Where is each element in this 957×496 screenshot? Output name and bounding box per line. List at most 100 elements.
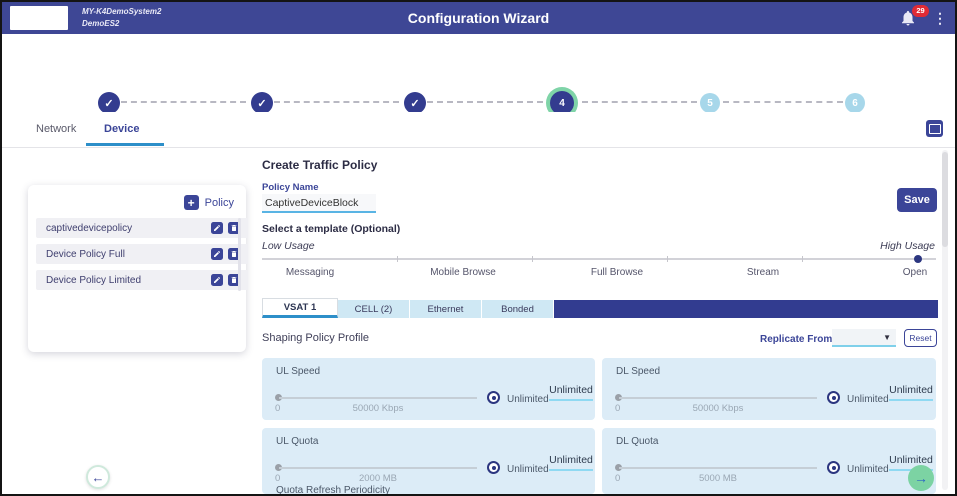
template-option-stream[interactable]: Stream xyxy=(703,267,823,278)
interface-tabs: VSAT 1 CELL (2) Ethernet Bonded xyxy=(262,298,938,318)
policy-list-item[interactable]: captivedevicepolicy xyxy=(36,218,248,238)
shaper-title: UL Quota xyxy=(276,436,318,447)
slider-tick xyxy=(802,256,803,262)
template-option-messaging[interactable]: Messaging xyxy=(250,267,370,278)
range-max: 50000 Kbps xyxy=(602,403,834,414)
policy-list-item[interactable]: Device Policy Limited xyxy=(36,270,248,290)
dl-speed-card: DL Speed 0 50000 Kbps Unlimited Unlimite… xyxy=(602,358,936,420)
panel-scrollbar[interactable] xyxy=(238,218,241,291)
chevron-down-icon: ▼ xyxy=(883,333,891,342)
scope-tabs: Network Device xyxy=(2,112,955,148)
notification-badge: 29 xyxy=(912,5,929,17)
unlimited-radio[interactable] xyxy=(487,461,500,474)
policy-name: Device Policy Limited xyxy=(36,275,141,286)
tab-ethernet[interactable]: Ethernet xyxy=(410,300,482,318)
check-icon: ✓ xyxy=(104,97,113,110)
range-track[interactable] xyxy=(619,397,817,399)
page-scrollbar[interactable] xyxy=(942,150,948,490)
unlimited-radio[interactable] xyxy=(827,461,840,474)
pencil-icon xyxy=(213,250,221,258)
trash-icon xyxy=(230,276,238,284)
window-icon[interactable] xyxy=(926,120,943,137)
stepper-connector xyxy=(582,101,697,103)
check-icon: ✓ xyxy=(410,97,419,110)
check-icon: ✓ xyxy=(257,97,266,110)
tab-bonded[interactable]: Bonded xyxy=(482,300,554,318)
tab-device[interactable]: Device xyxy=(104,123,139,135)
add-policy-button[interactable]: + Policy xyxy=(184,195,234,210)
pencil-icon xyxy=(213,276,221,284)
tab-vsat-1[interactable]: VSAT 1 xyxy=(262,298,338,318)
range-max: 2000 MB xyxy=(262,473,494,484)
stepper-connector xyxy=(274,101,399,103)
back-button[interactable]: ← xyxy=(86,465,110,489)
stepper-connector xyxy=(427,101,543,103)
template-section-label: Select a template (Optional) xyxy=(262,223,400,235)
tab-cell[interactable]: CELL (2) xyxy=(338,300,410,318)
next-arrow-icon: → xyxy=(914,470,928,486)
high-usage-label: High Usage xyxy=(880,240,935,252)
kebab-menu-icon[interactable]: ⋮ xyxy=(933,9,947,27)
save-button[interactable]: Save xyxy=(897,188,937,212)
shaper-title: DL Speed xyxy=(616,366,660,377)
shaper-title: DL Quota xyxy=(616,436,658,447)
low-usage-label: Low Usage xyxy=(262,240,315,252)
unlimited-radio-label: Unlimited xyxy=(507,394,549,405)
template-option-full-browse[interactable]: Full Browse xyxy=(557,267,677,278)
shaping-section-title: Shaping Policy Profile xyxy=(262,332,369,344)
shaper-title: UL Speed xyxy=(276,366,320,377)
ul-quota-card: UL Quota 0 2000 MB Unlimited Unlimited Q… xyxy=(262,428,595,494)
slider-handle[interactable] xyxy=(914,255,922,263)
trash-icon xyxy=(230,250,238,258)
step-firewall[interactable]: 5 xyxy=(700,93,720,113)
edit-policy-button[interactable] xyxy=(211,222,223,234)
notifications-button[interactable]: 29 xyxy=(899,9,921,31)
value-field[interactable]: Unlimited xyxy=(549,454,593,471)
edit-policy-button[interactable] xyxy=(211,274,223,286)
form-title: Create Traffic Policy xyxy=(262,158,377,172)
stepper-connector xyxy=(723,101,843,103)
unlimited-radio[interactable] xyxy=(487,391,500,404)
scrollbar-thumb[interactable] xyxy=(942,152,948,247)
reset-button[interactable]: Reset xyxy=(904,329,937,347)
policy-name-input[interactable] xyxy=(262,194,376,213)
unlimited-radio[interactable] xyxy=(827,391,840,404)
stepper-connector xyxy=(121,101,246,103)
unlimited-radio-label: Unlimited xyxy=(847,394,889,405)
edit-policy-button[interactable] xyxy=(211,248,223,260)
step-wan-profiles[interactable]: ✓ xyxy=(404,92,426,114)
replicate-from-dropdown[interactable]: ▼ xyxy=(832,329,896,347)
back-arrow-icon: ← xyxy=(92,470,105,485)
template-option-mobile-browse[interactable]: Mobile Browse xyxy=(403,267,523,278)
slider-tick xyxy=(667,256,668,262)
template-slider[interactable] xyxy=(262,258,936,260)
trash-icon xyxy=(230,224,238,232)
add-policy-label: Policy xyxy=(205,197,234,209)
step-number: 4 xyxy=(559,98,565,109)
value-field[interactable]: Unlimited xyxy=(549,384,593,401)
value-field[interactable]: Unlimited xyxy=(889,384,933,401)
range-max: 50000 Kbps xyxy=(262,403,494,414)
step-general-settings[interactable]: 6 xyxy=(845,93,865,113)
range-track[interactable] xyxy=(619,467,817,469)
step-access-networks[interactable]: ✓ xyxy=(251,92,273,114)
next-button[interactable]: → xyxy=(908,465,934,491)
pencil-icon xyxy=(213,224,221,232)
dl-quota-card: DL Quota 0 5000 MB Unlimited Unlimited xyxy=(602,428,936,494)
plus-icon: + xyxy=(184,195,199,210)
range-max: 5000 MB xyxy=(602,473,834,484)
active-tab-underline xyxy=(86,143,164,146)
policy-name: captivedevicepolicy xyxy=(36,223,132,234)
step-number: 5 xyxy=(707,98,713,109)
unlimited-radio-label: Unlimited xyxy=(507,464,549,475)
tab-network[interactable]: Network xyxy=(36,123,76,135)
ul-speed-card: UL Speed 0 50000 Kbps Unlimited Unlimite… xyxy=(262,358,595,420)
wizard-stepper: ✓ ✓ ✓ 4 5 6 Interfaces Access Networks W… xyxy=(2,40,955,112)
range-track[interactable] xyxy=(279,397,477,399)
policy-list-item[interactable]: Device Policy Full xyxy=(36,244,248,264)
tab-bar-filler xyxy=(554,300,938,318)
step-number: 6 xyxy=(852,98,858,109)
policy-list-panel: + Policy captivedevicepolicy Device Poli… xyxy=(28,185,246,352)
step-interfaces[interactable]: ✓ xyxy=(98,92,120,114)
range-track[interactable] xyxy=(279,467,477,469)
